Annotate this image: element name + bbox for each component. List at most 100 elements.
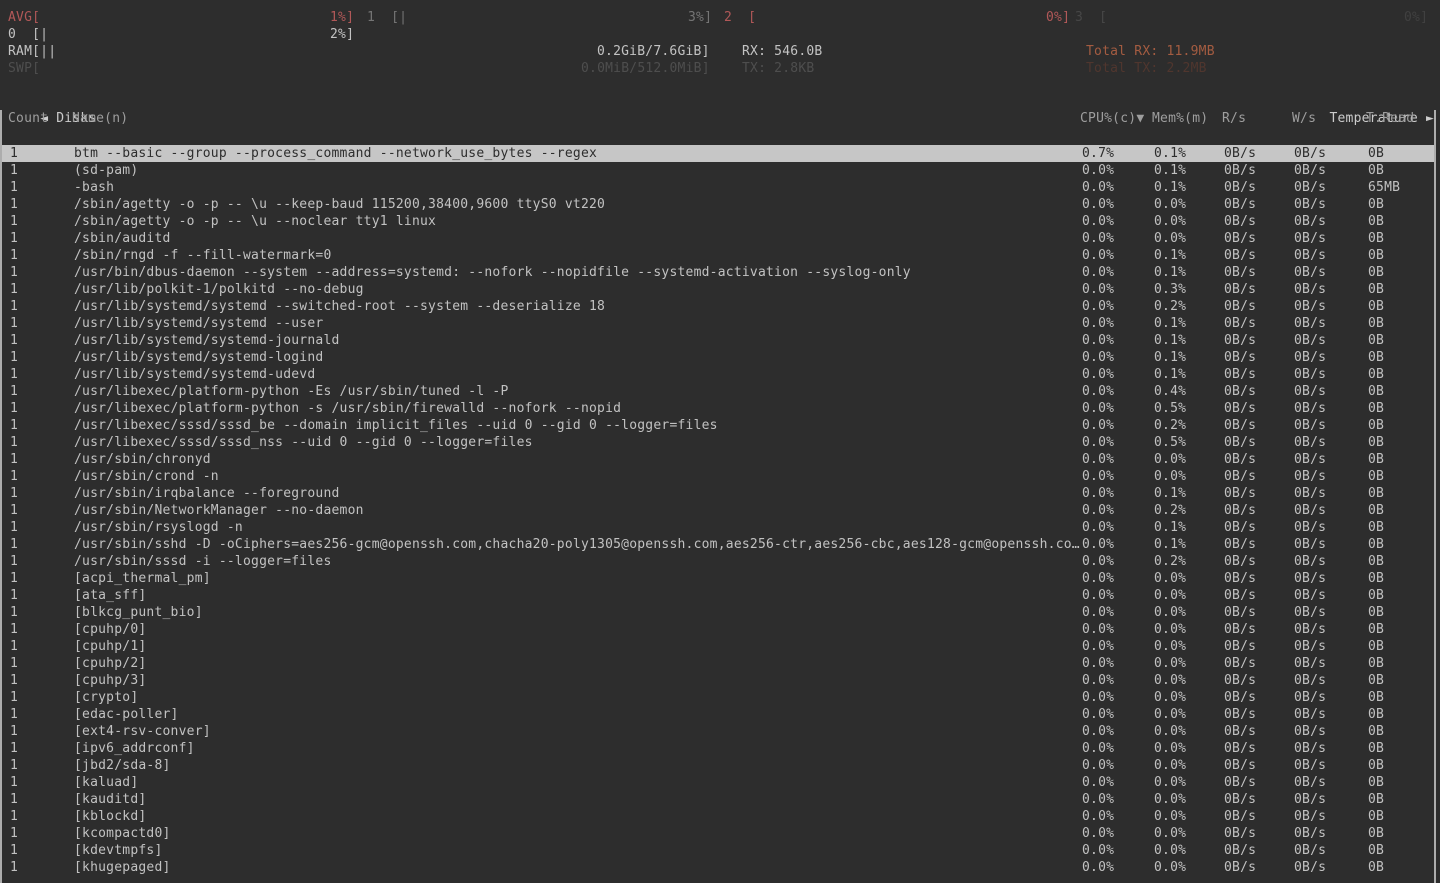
process-read-cell: 0B/s [1224,162,1256,179]
table-row[interactable]: 1 /usr/sbin/crond -n 0.0% 0.0% 0B/s 0B/s… [2,468,1434,485]
process-count-cell: 1 [10,383,18,400]
process-name-cell: [blkcg_punt_bio] [74,604,203,621]
table-row[interactable]: 1 -bash 0.0% 0.1% 0B/s 0B/s 65MB [2,179,1434,196]
table-row[interactable]: 1 [kdevtmpfs] 0.0% 0.0% 0B/s 0B/s 0B [2,842,1434,859]
table-row[interactable]: 1 /usr/libexec/platform-python -s /usr/s… [2,400,1434,417]
process-read-cell: 0B/s [1224,553,1256,570]
process-write-cell: 0B/s [1294,281,1326,298]
table-row[interactable]: 1 [kcompactd0] 0.0% 0.0% 0B/s 0B/s 0B [2,825,1434,842]
process-mem-cell: 0.2% [1154,298,1186,315]
process-mem-cell: 0.0% [1154,689,1186,706]
process-cpu-cell: 0.0% [1082,655,1114,672]
process-cpu-cell: 0.0% [1082,519,1114,536]
process-total-read-cell: 0B [1368,621,1384,638]
process-name-cell: /usr/libexec/platform-python -s /usr/sbi… [74,400,621,417]
process-total-read-cell: 0B [1368,383,1384,400]
table-row[interactable]: 1 /sbin/rngd -f --fill-watermark=0 0.0% … [2,247,1434,264]
process-mem-cell: 0.0% [1154,757,1186,774]
process-total-read-cell: 0B [1368,825,1384,842]
process-mem-cell: 0.0% [1154,604,1186,621]
table-row[interactable]: 1 /usr/lib/systemd/systemd --user 0.0% 0… [2,315,1434,332]
table-row[interactable]: 1 /sbin/auditd 0.0% 0.0% 0B/s 0B/s 0B [2,230,1434,247]
table-row[interactable]: 1 [ext4-rsv-conver] 0.0% 0.0% 0B/s 0B/s … [2,723,1434,740]
table-row[interactable]: 1 [khugepaged] 0.0% 0.0% 0B/s 0B/s 0B [2,859,1434,876]
table-row[interactable]: 1 [kaluad] 0.0% 0.0% 0B/s 0B/s 0B [2,774,1434,791]
table-row[interactable]: 1 [crypto] 0.0% 0.0% 0B/s 0B/s 0B [2,689,1434,706]
table-row[interactable]: 1 /usr/sbin/rsyslogd -n 0.0% 0.1% 0B/s 0… [2,519,1434,536]
process-count-cell: 1 [10,604,18,621]
process-name-cell: /sbin/auditd [74,230,171,247]
process-cpu-cell: 0.0% [1082,536,1114,553]
table-row[interactable]: 1 /usr/sbin/sshd -D -oCiphers=aes256-gcm… [2,536,1434,553]
table-row[interactable]: 1 [cpuhp/1] 0.0% 0.0% 0B/s 0B/s 0B [2,638,1434,655]
process-total-read-cell: 0B [1368,349,1384,366]
table-row[interactable]: 1 [cpuhp/3] 0.0% 0.0% 0B/s 0B/s 0B [2,672,1434,689]
process-write-cell: 0B/s [1294,383,1326,400]
process-count-cell: 1 [10,434,18,451]
table-row[interactable]: 1 /sbin/agetty -o -p -- \u --noclear tty… [2,213,1434,230]
table-row[interactable]: 1 [cpuhp/2] 0.0% 0.0% 0B/s 0B/s 0B [2,655,1434,672]
process-write-cell: 0B/s [1294,485,1326,502]
process-cpu-cell: 0.0% [1082,842,1114,859]
table-row[interactable]: 1 /usr/lib/polkit-1/polkitd --no-debug 0… [2,281,1434,298]
process-count-cell: 1 [10,791,18,808]
table-row[interactable]: 1 /usr/libexec/sssd/sssd_be --domain imp… [2,417,1434,434]
process-read-cell: 0B/s [1224,196,1256,213]
process-total-read-cell: 0B [1368,859,1384,876]
table-row[interactable]: 1 /usr/lib/systemd/systemd-udevd 0.0% 0.… [2,366,1434,383]
process-name-cell: [crypto] [74,689,138,706]
process-name-cell: [jbd2/sda-8] [74,757,171,774]
process-mem-cell: 0.2% [1154,553,1186,570]
table-row[interactable]: 1 /sbin/agetty -o -p -- \u --keep-baud 1… [2,196,1434,213]
table-row[interactable]: 1 [ipv6_addrconf] 0.0% 0.0% 0B/s 0B/s 0B [2,740,1434,757]
process-read-cell: 0B/s [1224,621,1256,638]
table-row[interactable]: 1 [ata_sff] 0.0% 0.0% 0B/s 0B/s 0B [2,587,1434,604]
process-total-read-cell: 0B [1368,162,1384,179]
table-row[interactable]: 1 btm --basic --group --process_command … [2,145,1434,162]
table-row[interactable]: 1 [jbd2/sda-8] 0.0% 0.0% 0B/s 0B/s 0B [2,757,1434,774]
process-write-cell: 0B/s [1294,468,1326,485]
process-cpu-cell: 0.0% [1082,383,1114,400]
table-row[interactable]: 1 /usr/libexec/sssd/sssd_nss --uid 0 --g… [2,434,1434,451]
process-read-cell: 0B/s [1224,145,1256,162]
table-row[interactable]: 1 [kauditd] 0.0% 0.0% 0B/s 0B/s 0B [2,791,1434,808]
process-mem-cell: 0.4% [1154,383,1186,400]
process-count-cell: 1 [10,451,18,468]
table-row[interactable]: 1 /usr/libexec/platform-python -Es /usr/… [2,383,1434,400]
table-row[interactable]: 1 /usr/bin/dbus-daemon --system --addres… [2,264,1434,281]
table-row[interactable]: 1 [cpuhp/0] 0.0% 0.0% 0B/s 0B/s 0B [2,621,1434,638]
process-cpu-cell: 0.0% [1082,332,1114,349]
table-row[interactable]: 1 /usr/sbin/chronyd 0.0% 0.0% 0B/s 0B/s … [2,451,1434,468]
process-read-cell: 0B/s [1224,587,1256,604]
table-row[interactable]: 1 (sd-pam) 0.0% 0.1% 0B/s 0B/s 0B [2,162,1434,179]
process-mem-cell: 0.0% [1154,451,1186,468]
process-mem-cell: 0.0% [1154,655,1186,672]
table-row[interactable]: 1 /usr/sbin/irqbalance --foreground 0.0%… [2,485,1434,502]
process-total-read-cell: 0B [1368,485,1384,502]
process-write-cell: 0B/s [1294,162,1326,179]
table-row[interactable]: 1 /usr/sbin/sssd -i --logger=files 0.0% … [2,553,1434,570]
process-total-read-cell: 0B [1368,536,1384,553]
process-write-cell: 0B/s [1294,315,1326,332]
process-read-cell: 0B/s [1224,825,1256,842]
table-row[interactable]: 1 [edac-poller] 0.0% 0.0% 0B/s 0B/s 0B [2,706,1434,723]
table-row[interactable]: 1 [acpi_thermal_pm] 0.0% 0.0% 0B/s 0B/s … [2,570,1434,587]
table-row[interactable]: 1 [blkcg_punt_bio] 0.0% 0.0% 0B/s 0B/s 0… [2,604,1434,621]
table-row[interactable]: 1 /usr/sbin/NetworkManager --no-daemon 0… [2,502,1434,519]
process-name-cell: [kblockd] [74,808,146,825]
table-row[interactable]: 1 /usr/lib/systemd/systemd-logind 0.0% 0… [2,349,1434,366]
process-table-body: 1 btm --basic --group --process_command … [0,0,1440,883]
process-count-cell: 1 [10,502,18,519]
process-name-cell: [cpuhp/3] [74,672,146,689]
process-write-cell: 0B/s [1294,757,1326,774]
process-name-cell: /usr/lib/systemd/systemd-logind [74,349,323,366]
table-row[interactable]: 1 [kblockd] 0.0% 0.0% 0B/s 0B/s 0B [2,808,1434,825]
table-row[interactable]: 1 /usr/lib/systemd/systemd-journald 0.0%… [2,332,1434,349]
table-row[interactable]: 1 /usr/lib/systemd/systemd --switched-ro… [2,298,1434,315]
process-total-read-cell: 0B [1368,672,1384,689]
process-total-read-cell: 0B [1368,842,1384,859]
process-count-cell: 1 [10,740,18,757]
process-write-cell: 0B/s [1294,825,1326,842]
process-total-read-cell: 0B [1368,247,1384,264]
process-write-cell: 0B/s [1294,298,1326,315]
